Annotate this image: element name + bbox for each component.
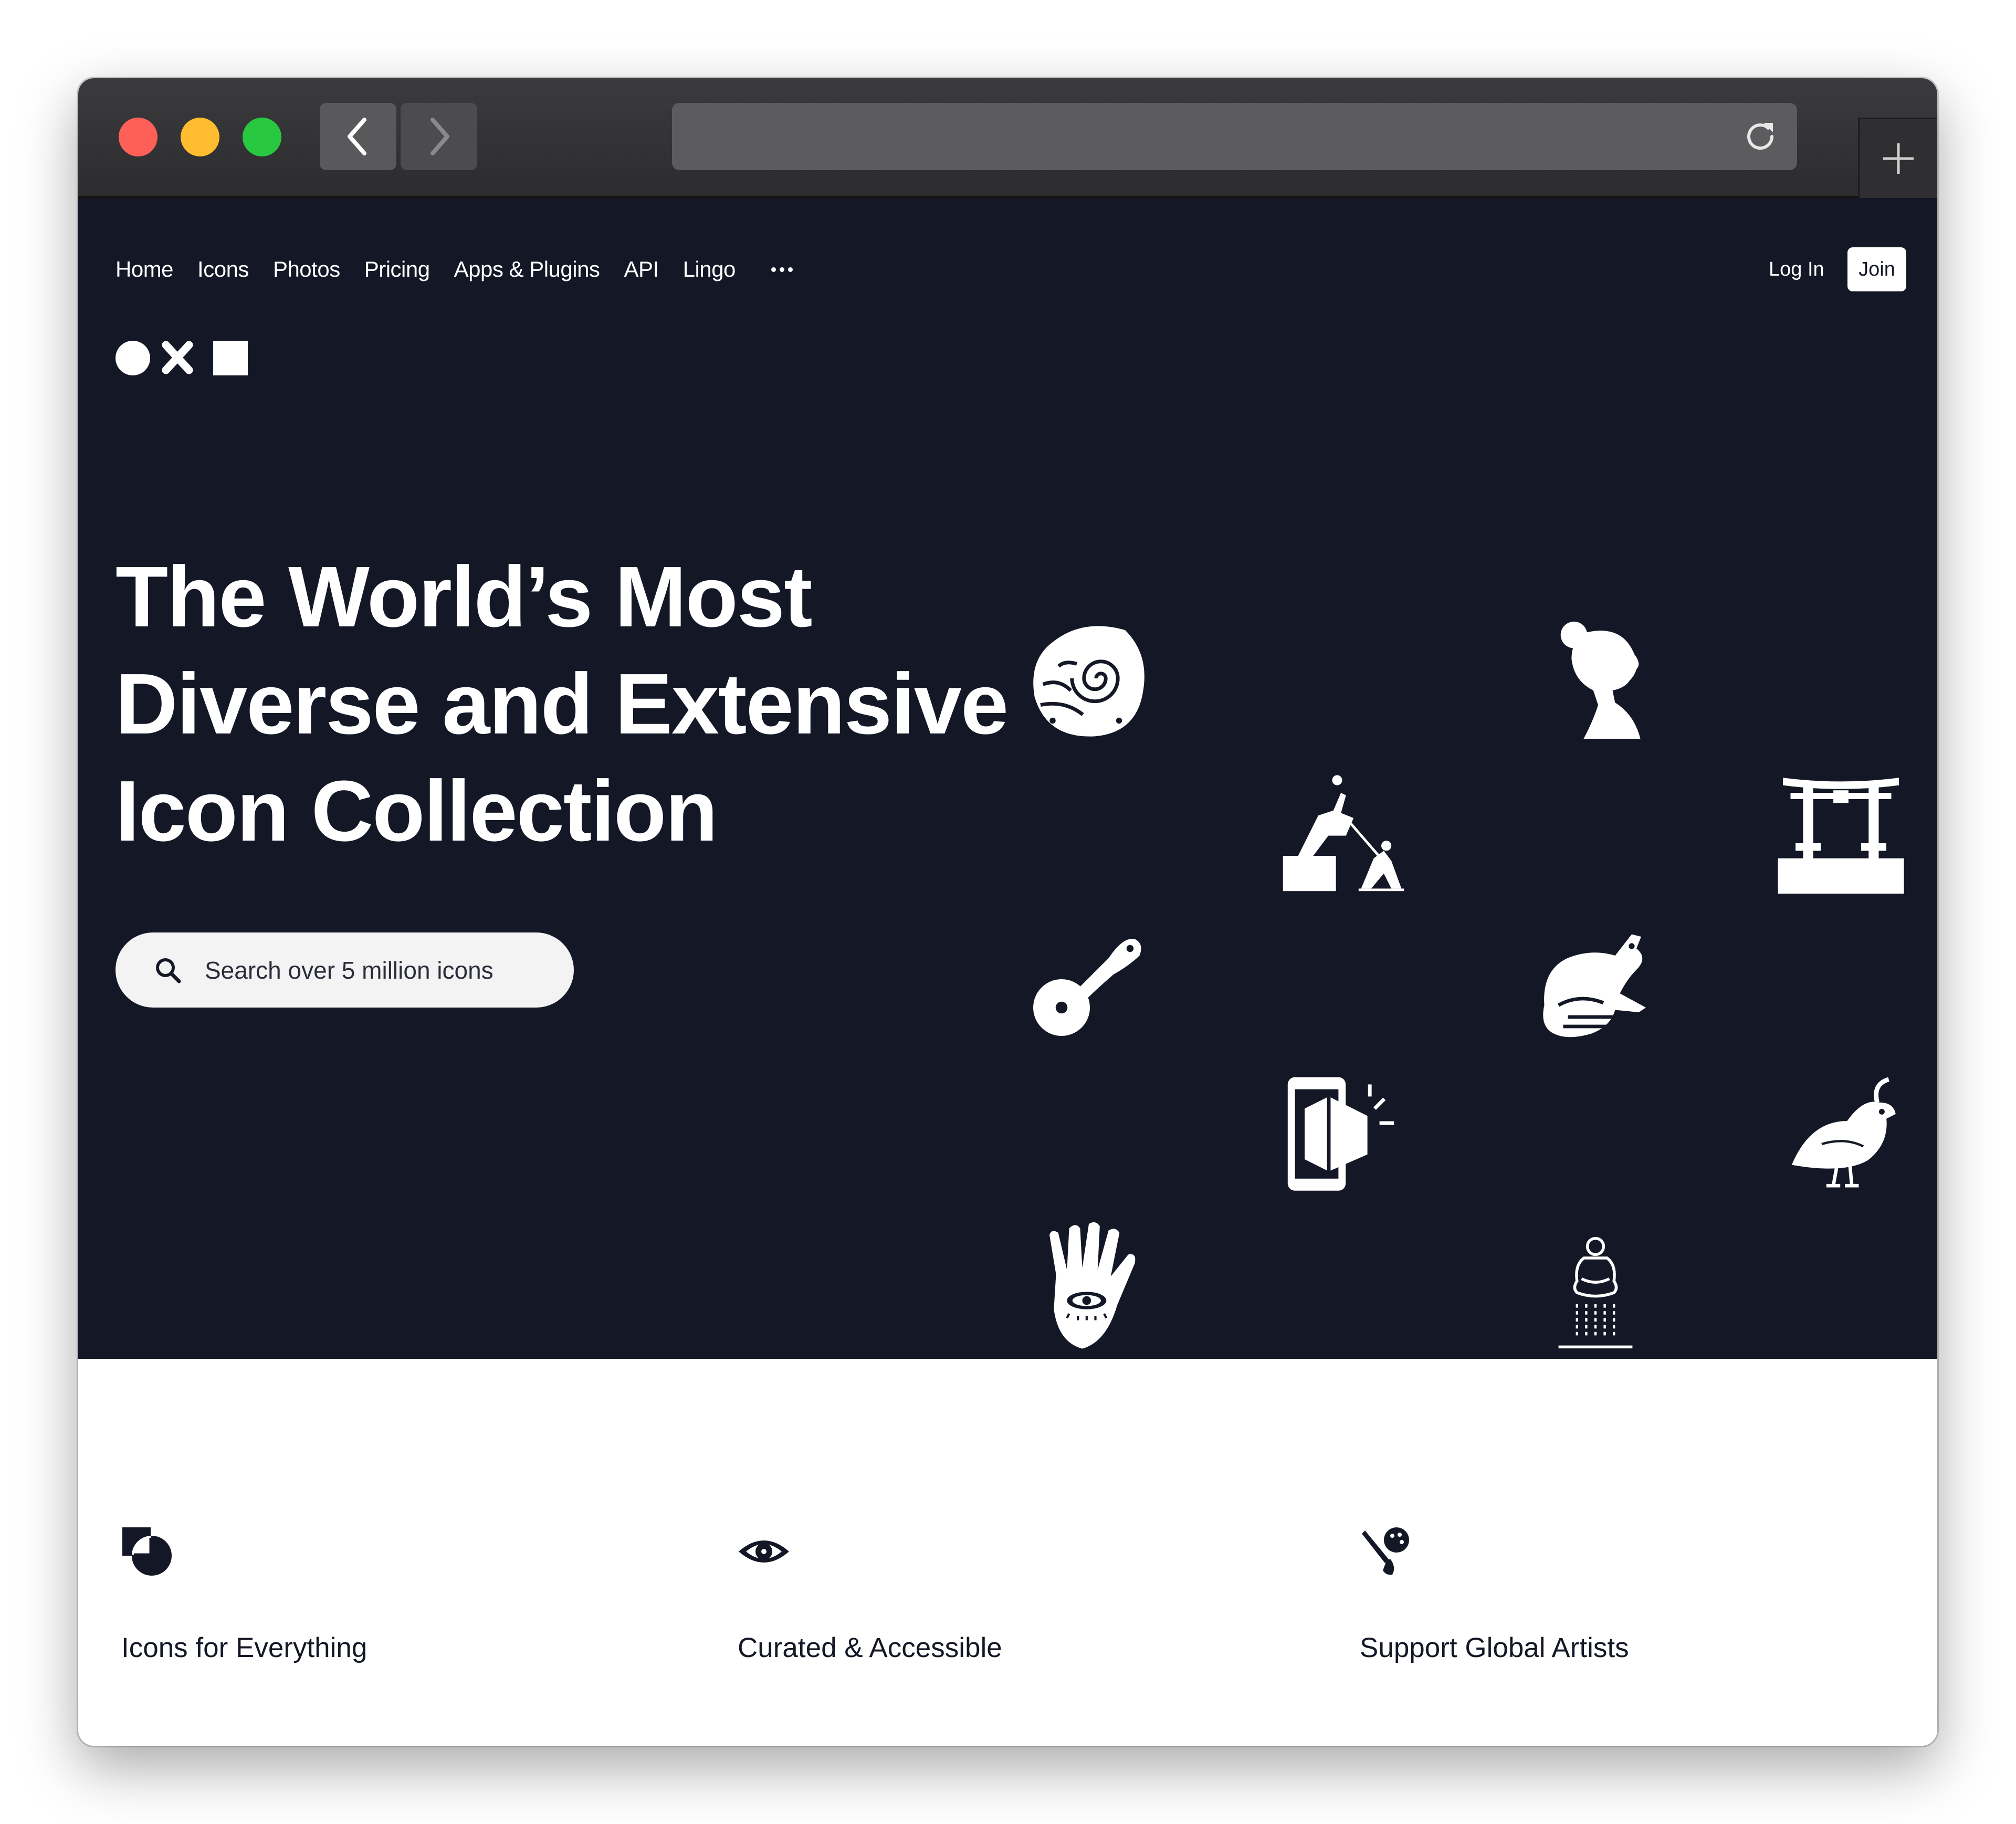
- eye-icon: [739, 1540, 789, 1563]
- search-input[interactable]: [205, 932, 551, 1008]
- close-window-button[interactable]: [119, 118, 158, 156]
- minimize-window-button[interactable]: [181, 118, 219, 156]
- shapes-icon: [122, 1527, 172, 1576]
- nav-home[interactable]: Home: [116, 257, 174, 282]
- back-button[interactable]: [320, 103, 396, 170]
- quail-bird-icon[interactable]: [1784, 1075, 1905, 1190]
- browser-titlebar: [78, 78, 1937, 198]
- nav-icons[interactable]: Icons: [197, 257, 249, 282]
- plus-icon: [1883, 143, 1914, 174]
- nav-apps-plugins[interactable]: Apps & Plugins: [454, 257, 600, 282]
- feature-title: Curated & Accessible: [738, 1632, 1002, 1663]
- girl-profile-icon[interactable]: [1538, 618, 1658, 739]
- new-tab-button[interactable]: [1858, 118, 1937, 198]
- nav-lingo[interactable]: Lingo: [683, 257, 736, 282]
- headline-line: Icon Collection: [116, 763, 718, 859]
- feature-icons-for-everything: Icons for Everything: [121, 1525, 594, 1663]
- search-box[interactable]: [116, 932, 574, 1008]
- toppling-statue-icon[interactable]: [1280, 768, 1406, 894]
- fossil-ammonite-icon[interactable]: [1028, 618, 1149, 739]
- hamsa-hand-icon[interactable]: [1034, 1222, 1144, 1353]
- forward-button[interactable]: [401, 103, 477, 170]
- join-button[interactable]: Join: [1847, 247, 1906, 291]
- feature-title: Icons for Everything: [121, 1632, 368, 1663]
- login-link[interactable]: Log In: [1769, 258, 1824, 281]
- phone-box-icon[interactable]: [1280, 1075, 1401, 1196]
- feature-title: Support Global Artists: [1360, 1632, 1629, 1663]
- chevron-left-icon: [348, 118, 366, 155]
- headline-line: Diverse and Extensive: [116, 656, 1009, 752]
- meditation-fountain-icon[interactable]: [1538, 1232, 1653, 1353]
- noun-project-logo[interactable]: [116, 340, 248, 376]
- reload-icon[interactable]: [1739, 116, 1781, 158]
- maximize-window-button[interactable]: [243, 118, 281, 156]
- feature-support-global-artists: Support Global Artists: [1360, 1525, 1832, 1663]
- chevron-right-icon: [430, 118, 449, 155]
- hero-section: Home Icons Photos Pricing Apps & Plugins…: [78, 198, 1937, 1359]
- nav-pricing[interactable]: Pricing: [364, 257, 430, 282]
- address-bar[interactable]: [672, 103, 1797, 170]
- pizza-cutter-icon[interactable]: [1028, 923, 1147, 1041]
- search-icon: [156, 958, 181, 983]
- frog-icon[interactable]: [1530, 923, 1653, 1041]
- ellipsis-icon[interactable]: [771, 267, 793, 272]
- hero-headline: The World’s Most Diverse and Extensive I…: [116, 543, 1050, 865]
- torii-gate-icon[interactable]: [1777, 768, 1905, 894]
- feature-curated-accessible: Curated & Accessible: [738, 1525, 1210, 1663]
- nav-photos[interactable]: Photos: [273, 257, 340, 282]
- nav-api[interactable]: API: [624, 257, 659, 282]
- features-section: Icons for Everything Curated & Accessibl…: [78, 1359, 1937, 1746]
- brush-palette-icon: [1362, 1527, 1409, 1575]
- main-nav: Home Icons Photos Pricing Apps & Plugins…: [116, 257, 793, 282]
- headline-line: The World’s Most: [116, 549, 813, 645]
- browser-window: Home Icons Photos Pricing Apps & Plugins…: [78, 78, 1937, 1746]
